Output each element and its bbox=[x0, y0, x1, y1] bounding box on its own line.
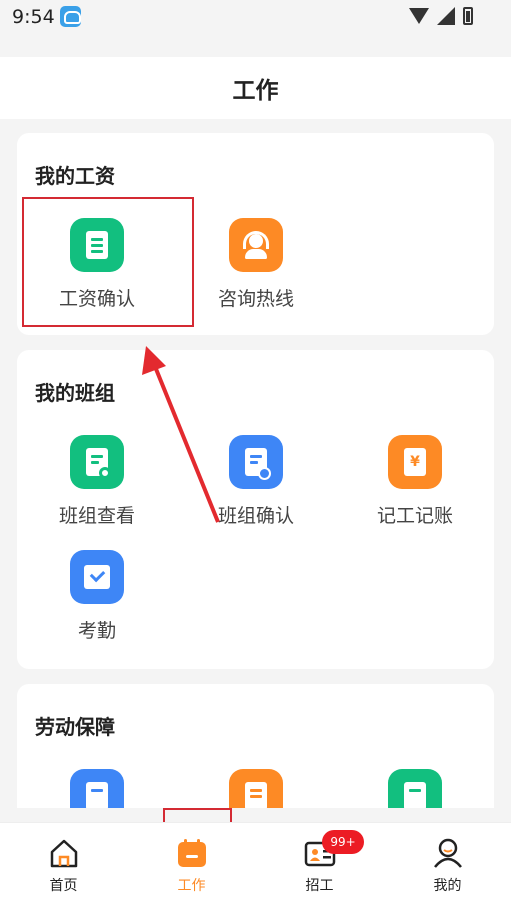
wifi-icon bbox=[409, 8, 429, 24]
tab-recruit[interactable]: 招工 bbox=[256, 823, 383, 908]
team-search-icon bbox=[70, 435, 124, 489]
section-title-team: 我的班组 bbox=[35, 381, 115, 405]
labor-tile-3[interactable] bbox=[335, 769, 495, 808]
team-confirm-label: 班组确认 bbox=[217, 505, 294, 527]
headset-icon bbox=[229, 218, 283, 272]
consult-hotline-tile[interactable]: 咨询热线 bbox=[176, 218, 336, 328]
tab-home-label: 首页 bbox=[49, 878, 78, 894]
tab-mine[interactable]: 我的 bbox=[384, 823, 511, 908]
section-title-salary: 我的工资 bbox=[35, 164, 115, 188]
page-header: 工作 bbox=[0, 57, 511, 119]
page-title: 工作 bbox=[232, 78, 279, 104]
home-icon bbox=[50, 839, 78, 868]
tab-home[interactable]: 首页 bbox=[0, 823, 127, 908]
salary-confirm-highlight bbox=[22, 197, 194, 327]
tab-work[interactable]: 工作 bbox=[128, 823, 255, 908]
attendance-label: 考勤 bbox=[77, 620, 116, 642]
attendance-tile[interactable]: 考勤 bbox=[17, 550, 177, 660]
ledger-yen-icon: ¥ bbox=[388, 435, 442, 489]
document-yen-icon bbox=[388, 769, 442, 808]
tab-recruit-label: 招工 bbox=[305, 878, 334, 894]
labor-tile-2[interactable] bbox=[176, 769, 336, 808]
status-bar: 9:54 bbox=[0, 0, 511, 33]
team-confirm-tile[interactable]: 班组确认 bbox=[176, 435, 336, 545]
profile-icon bbox=[434, 838, 462, 868]
labor-card-viewport: 劳动保障 bbox=[0, 684, 511, 808]
work-ledger-label: 记工记账 bbox=[376, 505, 453, 527]
recruit-badge: 99+ bbox=[322, 830, 364, 854]
battery-icon bbox=[463, 7, 473, 25]
status-icons bbox=[409, 7, 473, 25]
tab-mine-label: 我的 bbox=[433, 878, 462, 894]
app-notification-icon bbox=[60, 6, 81, 27]
section-title-labor: 劳动保障 bbox=[35, 715, 115, 739]
team-card: 我的班组 班组查看 班组确认 ¥ 记工记账 考勤 bbox=[17, 350, 494, 669]
document-user-icon bbox=[70, 769, 124, 808]
team-view-label: 班组查看 bbox=[58, 505, 135, 527]
team-check-icon bbox=[229, 435, 283, 489]
team-view-tile[interactable]: 班组查看 bbox=[17, 435, 177, 545]
status-time: 9:54 bbox=[12, 6, 55, 28]
labor-tile-1[interactable] bbox=[17, 769, 177, 808]
consult-hotline-label: 咨询热线 bbox=[217, 288, 294, 310]
work-calendar-icon bbox=[178, 839, 206, 867]
tab-work-label: 工作 bbox=[177, 878, 206, 894]
signal-icon bbox=[437, 7, 455, 25]
bottom-nav: 首页 工作 招工 我的 bbox=[0, 822, 511, 908]
labor-security-card: 劳动保障 bbox=[17, 684, 494, 808]
list-icon bbox=[229, 769, 283, 808]
work-ledger-tile[interactable]: ¥ 记工记账 bbox=[335, 435, 495, 545]
calendar-check-icon bbox=[70, 550, 124, 604]
